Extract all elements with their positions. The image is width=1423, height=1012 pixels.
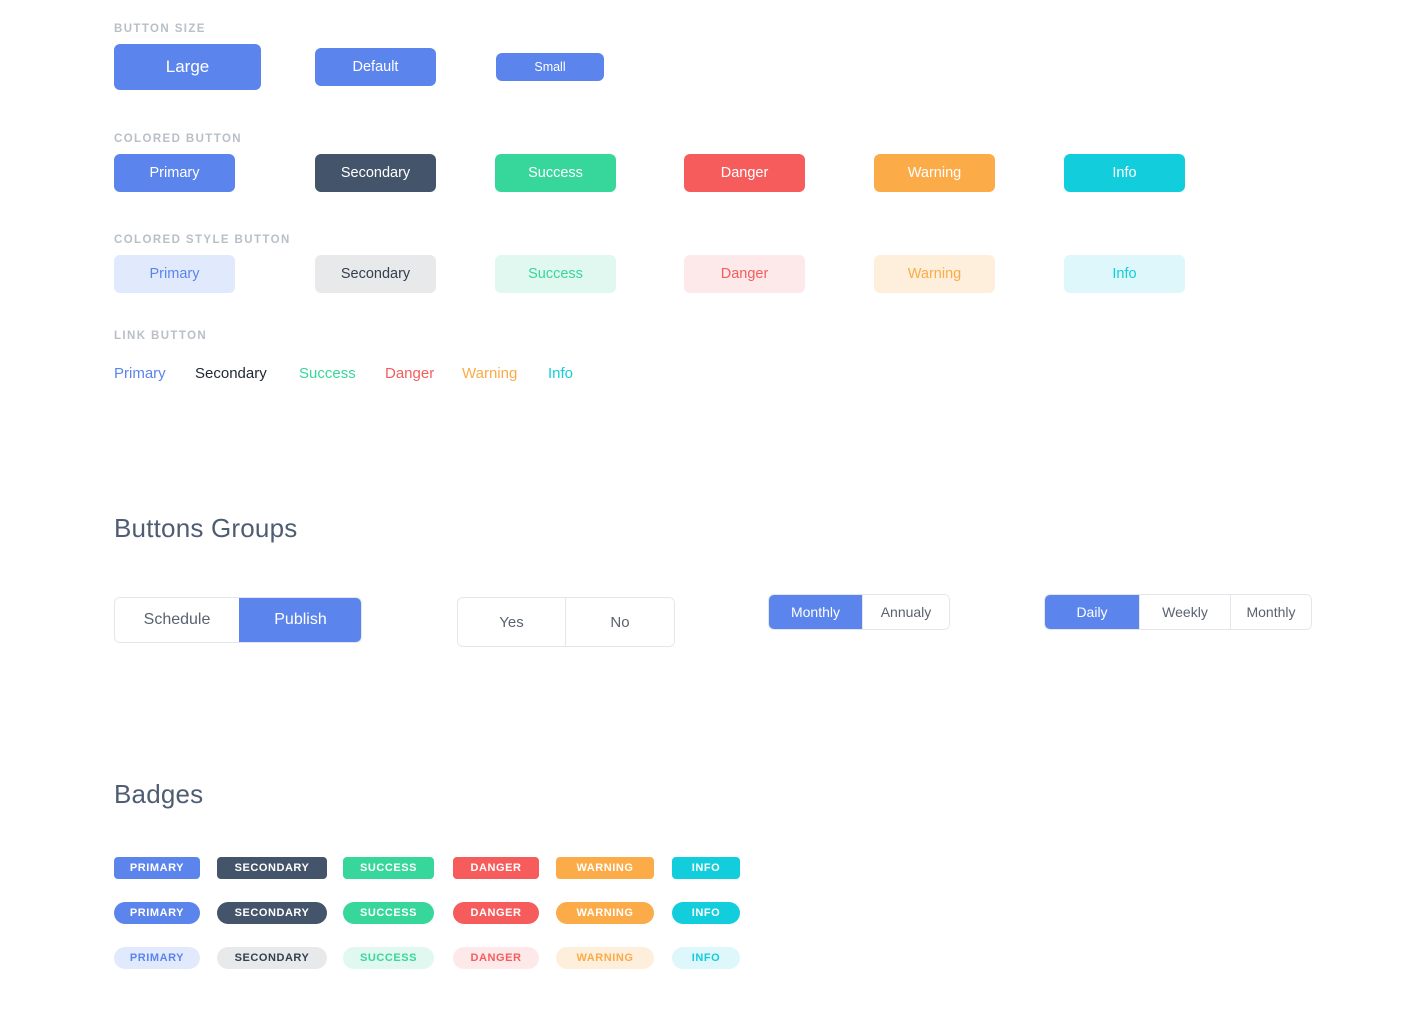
section-label-colored-button: COLORED BUTTON [114, 133, 242, 145]
button-group-yes-no[interactable]: Yes No [457, 597, 675, 647]
button-group-segment-schedule[interactable]: Schedule [115, 598, 239, 642]
badges-heading: Badges [114, 779, 204, 809]
button-group-segment-publish[interactable]: Publish [239, 598, 361, 642]
badge-soft-primary: PRIMARY [114, 947, 200, 969]
colored-style-button-primary[interactable]: Primary [114, 255, 235, 293]
button-group-daily-weekly-monthly[interactable]: Daily Weekly Monthly [1044, 594, 1312, 630]
link-button-secondary[interactable]: Secondary [195, 365, 267, 382]
colored-style-button-secondary[interactable]: Secondary [315, 255, 436, 293]
badge-square-secondary: SECONDARY [217, 857, 327, 879]
colored-button-success[interactable]: Success [495, 154, 616, 192]
badge-pill-info: INFO [672, 902, 740, 924]
badge-pill-primary: PRIMARY [114, 902, 200, 924]
button-size-default[interactable]: Default [315, 48, 436, 86]
colored-style-button-danger[interactable]: Danger [684, 255, 805, 293]
button-group-segment-monthly[interactable]: Monthly [769, 595, 862, 629]
buttons-groups-heading: Buttons Groups [114, 513, 298, 543]
section-label-colored-style-button: COLORED STYLE BUTTON [114, 234, 291, 246]
link-button-success[interactable]: Success [299, 365, 356, 382]
button-group-monthly-annualy[interactable]: Monthly Annualy [768, 594, 950, 630]
colored-button-warning[interactable]: Warning [874, 154, 995, 192]
colored-button-primary[interactable]: Primary [114, 154, 235, 192]
badge-soft-warning: WARNING [556, 947, 654, 969]
link-button-warning[interactable]: Warning [462, 365, 517, 382]
button-group-segment-daily[interactable]: Daily [1045, 595, 1139, 629]
link-button-primary[interactable]: Primary [114, 365, 166, 382]
button-group-schedule-publish[interactable]: Schedule Publish [114, 597, 362, 643]
badge-square-primary: PRIMARY [114, 857, 200, 879]
button-group-segment-annualy[interactable]: Annualy [862, 595, 949, 629]
button-group-segment-weekly[interactable]: Weekly [1139, 595, 1230, 629]
colored-style-button-success[interactable]: Success [495, 255, 616, 293]
buttons-badges-page: BUTTON SIZE Large Default Small COLORED … [0, 0, 1423, 1012]
badge-square-success: SUCCESS [343, 857, 434, 879]
button-size-small[interactable]: Small [496, 53, 604, 81]
badge-square-info: INFO [672, 857, 740, 879]
badge-square-danger: DANGER [453, 857, 539, 879]
badge-pill-success: SUCCESS [343, 902, 434, 924]
badge-pill-danger: DANGER [453, 902, 539, 924]
section-label-link-button: LINK BUTTON [114, 330, 208, 342]
button-group-segment-yes[interactable]: Yes [458, 598, 565, 646]
colored-style-button-info[interactable]: Info [1064, 255, 1185, 293]
button-size-large[interactable]: Large [114, 44, 261, 90]
badge-soft-secondary: SECONDARY [217, 947, 327, 969]
link-button-danger[interactable]: Danger [385, 365, 434, 382]
colored-button-info[interactable]: Info [1064, 154, 1185, 192]
badge-soft-success: SUCCESS [343, 947, 434, 969]
button-group-segment-no[interactable]: No [565, 598, 674, 646]
section-label-button-size: BUTTON SIZE [114, 23, 206, 35]
badge-square-warning: WARNING [556, 857, 654, 879]
colored-button-danger[interactable]: Danger [684, 154, 805, 192]
badge-pill-warning: WARNING [556, 902, 654, 924]
link-button-info[interactable]: Info [548, 365, 573, 382]
badge-pill-secondary: SECONDARY [217, 902, 327, 924]
colored-button-secondary[interactable]: Secondary [315, 154, 436, 192]
button-group-segment-monthly[interactable]: Monthly [1230, 595, 1311, 629]
badge-soft-danger: DANGER [453, 947, 539, 969]
badge-soft-info: INFO [672, 947, 740, 969]
colored-style-button-warning[interactable]: Warning [874, 255, 995, 293]
